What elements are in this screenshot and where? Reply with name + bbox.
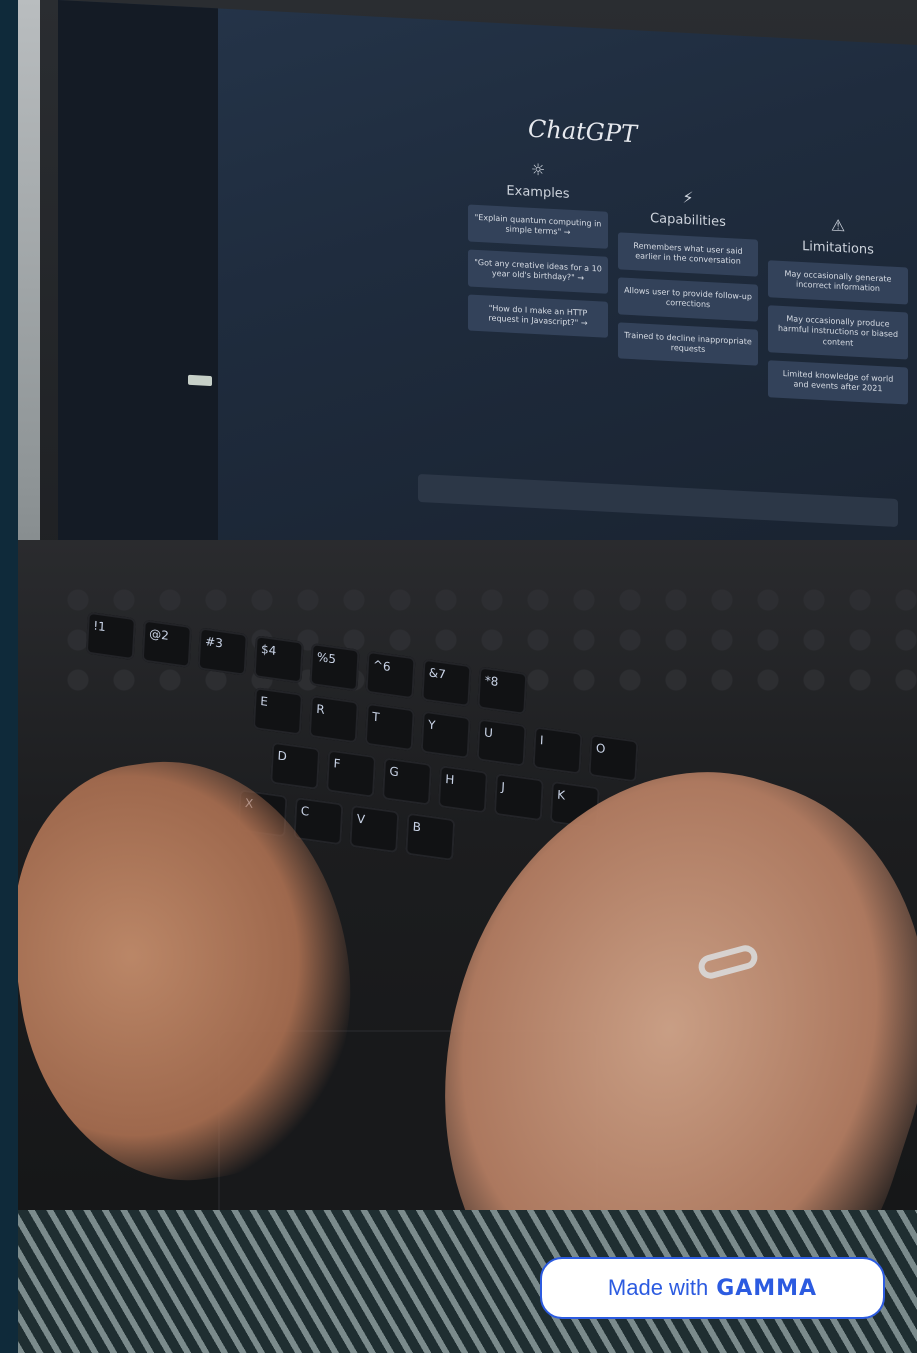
key: D — [270, 741, 321, 791]
column-heading: Examples — [506, 183, 570, 202]
key: Y — [420, 710, 471, 760]
badge-prefix: Made with — [607, 1275, 709, 1300]
sun-icon: ☼ — [530, 159, 546, 180]
made-with-gamma-badge[interactable]: Made with GAMMA — [540, 1257, 885, 1319]
chat-input[interactable] — [418, 473, 898, 528]
key: R — [308, 694, 359, 744]
example-card[interactable]: "Explain quantum computing in simple ter… — [468, 204, 608, 249]
warning-icon: ⚠ — [830, 215, 846, 236]
lightning-icon: ⚡ — [682, 187, 694, 208]
capability-card: Trained to decline inappropriate request… — [618, 321, 758, 367]
key: O — [588, 734, 639, 783]
photo-laptop-chatgpt: ChatGPT ☼ Examples "Explain quantum comp… — [18, 0, 917, 1353]
key: B — [405, 812, 456, 862]
example-card[interactable]: "How do I make an HTTP request in Javasc… — [468, 294, 608, 339]
key: ^6 — [365, 650, 416, 700]
key: %5 — [309, 642, 360, 692]
key: @2 — [141, 619, 192, 668]
limitation-card: Limited knowledge of world and events af… — [768, 360, 908, 405]
capability-card: Remembers what user said earlier in the … — [618, 232, 758, 277]
key: T — [364, 702, 415, 752]
key: E — [252, 687, 303, 736]
key: G — [381, 757, 433, 806]
gamma-logo: GAMMA — [716, 1275, 818, 1301]
key: *8 — [477, 666, 528, 715]
limitation-card: May occasionally generate incorrect info… — [768, 260, 908, 305]
column-heading: Limitations — [802, 238, 874, 258]
key: $4 — [253, 635, 304, 684]
key: F — [326, 749, 377, 798]
column-heading: Capabilities — [650, 211, 726, 231]
key: U — [476, 718, 527, 767]
key: #3 — [197, 627, 248, 676]
chatgpt-title: ChatGPT — [528, 114, 638, 149]
capabilities-column: ⚡ Capabilities Remembers what user said … — [618, 184, 758, 367]
examples-column: ☼ Examples "Explain quantum computing in… — [468, 156, 608, 339]
key: I — [532, 726, 583, 775]
limitations-column: ⚠ Limitations May occasionally generate … — [768, 212, 908, 405]
sidebar-badge — [188, 374, 212, 387]
limitation-card: May occasionally produce harmful instruc… — [768, 304, 908, 360]
key: !1 — [85, 611, 136, 661]
key: V — [349, 804, 400, 854]
laptop-screen: ChatGPT ☼ Examples "Explain quantum comp… — [58, 0, 917, 607]
capability-card: Allows user to provide follow-up correct… — [618, 277, 758, 322]
key: &7 — [421, 658, 472, 708]
key: J — [493, 772, 544, 822]
chat-sidebar — [58, 0, 218, 569]
key: H — [437, 765, 489, 814]
example-card[interactable]: "Got any creative ideas for a 10 year ol… — [468, 249, 608, 294]
